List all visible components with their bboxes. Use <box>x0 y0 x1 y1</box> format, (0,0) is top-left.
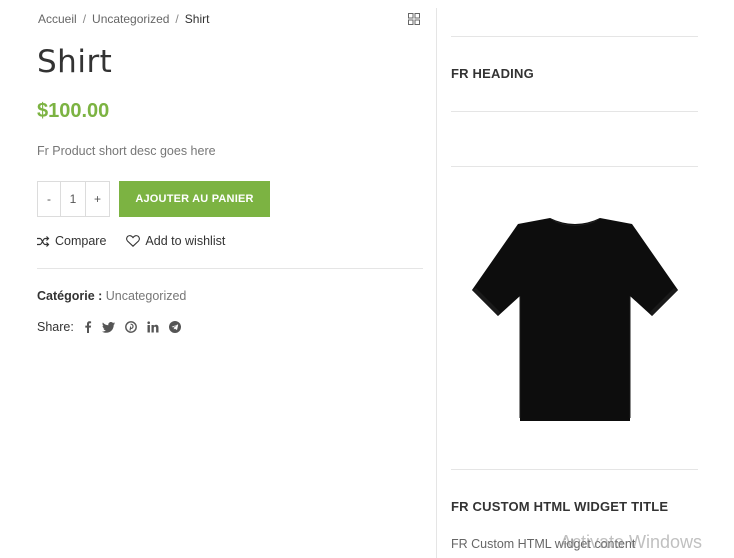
breadcrumb-separator: / <box>175 12 179 26</box>
category-label: Catégorie : <box>37 289 103 303</box>
quantity-decrease-button[interactable]: - <box>38 182 61 216</box>
divider <box>37 268 423 269</box>
share-label: Share: <box>37 320 74 334</box>
breadcrumb-category-link[interactable]: Uncategorized <box>92 12 169 26</box>
sidebar-rule <box>451 111 698 112</box>
heart-icon <box>126 235 141 247</box>
grid-view-icon[interactable] <box>408 13 420 25</box>
twitter-icon[interactable] <box>101 321 115 333</box>
sidebar-rule <box>451 36 698 37</box>
quantity-increase-button[interactable]: + <box>86 182 109 216</box>
product-short-description: Fr Product short desc goes here <box>37 144 216 158</box>
custom-html-widget-title: FR CUSTOM HTML WIDGET TITLE <box>451 499 669 514</box>
product-price: $100.00 <box>37 100 110 122</box>
linkedin-icon[interactable] <box>147 321 159 333</box>
category-link[interactable]: Uncategorized <box>106 289 187 303</box>
sidebar-rule <box>451 166 698 167</box>
product-actions: Compare Add to wishlist <box>37 234 245 248</box>
breadcrumb-separator: / <box>82 12 87 26</box>
sidebar-divider <box>436 8 437 558</box>
share-row: Share: <box>37 320 191 334</box>
shuffle-icon <box>37 235 50 247</box>
quantity-input[interactable]: 1 <box>61 182 86 216</box>
breadcrumb-current: Shirt <box>184 12 210 26</box>
compare-label: Compare <box>55 234 107 248</box>
product-category: Catégorie : Uncategorized <box>37 289 186 303</box>
breadcrumb: Accueil / Uncategorized / Shirt <box>38 12 209 26</box>
product-title: Shirt <box>37 44 113 80</box>
compare-link[interactable]: Compare <box>37 234 106 248</box>
wishlist-label: Add to wishlist <box>145 234 226 248</box>
activate-windows-watermark: Activate Windows <box>560 532 703 552</box>
facebook-icon[interactable] <box>84 321 92 333</box>
shirt-image[interactable] <box>470 218 680 423</box>
telegram-icon[interactable] <box>168 321 181 333</box>
add-to-cart-button[interactable]: AJOUTER AU PANIER <box>119 181 270 217</box>
sidebar-rule <box>451 469 698 470</box>
wishlist-link[interactable]: Add to wishlist <box>126 234 225 248</box>
sidebar-heading: FR HEADING <box>451 66 534 81</box>
quantity-stepper: - 1 + <box>37 181 110 217</box>
pinterest-icon[interactable] <box>124 321 137 333</box>
breadcrumb-home-link[interactable]: Accueil <box>38 12 77 26</box>
